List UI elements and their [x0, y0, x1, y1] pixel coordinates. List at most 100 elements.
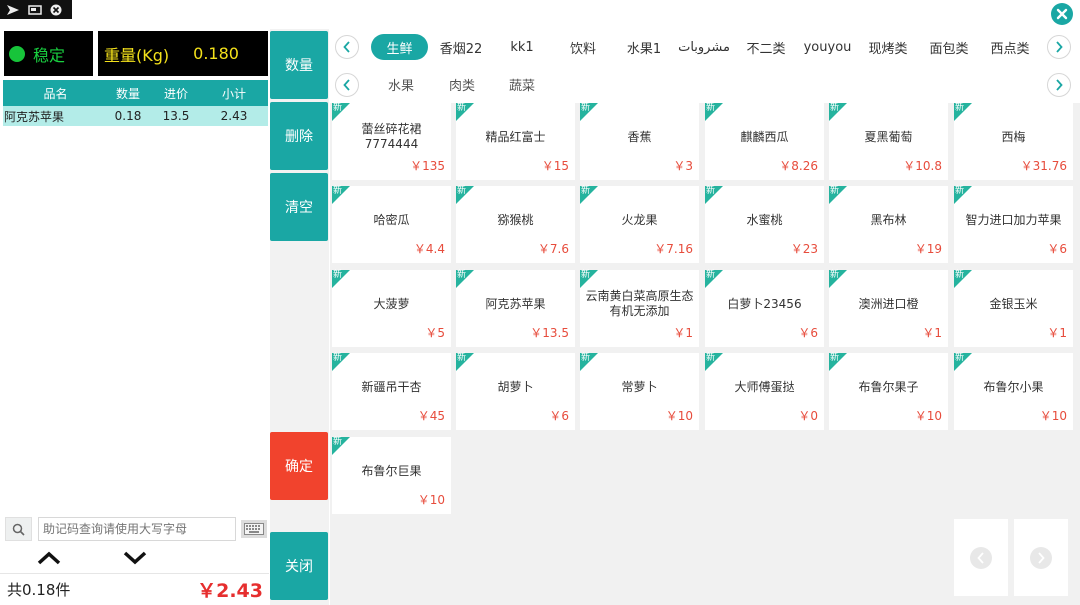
product-name: 麒麟西瓜	[740, 129, 789, 144]
product-card[interactable]: 新香蕉 ￥3	[580, 103, 699, 180]
product-price: ￥135	[410, 159, 445, 173]
tab-subcategory-vegetables[interactable]: 蔬菜	[502, 73, 542, 95]
scroll-down-button[interactable]	[122, 548, 148, 568]
product-name: 金银玉米	[989, 296, 1038, 311]
product-card[interactable]: 新布鲁尔巨果 ￥10	[332, 437, 451, 514]
tab-category-cigarettes[interactable]: 香烟22	[434, 34, 488, 60]
product-card[interactable]: 新水蜜桃 ￥23	[705, 186, 824, 263]
product-name: 火龙果	[621, 212, 658, 227]
scroll-up-button[interactable]	[36, 548, 62, 568]
weight-label: 重量(Kg)	[104, 45, 170, 65]
tab-category-youyou[interactable]: youyou	[800, 34, 855, 60]
chevron-down-icon	[123, 551, 147, 565]
product-card[interactable]: 新麒麟西瓜 ￥8.26	[705, 103, 824, 180]
new-badge-text: 新	[955, 353, 965, 363]
product-card[interactable]: 新蕾丝碎花裙7774444 ￥135	[332, 103, 451, 180]
product-price: ￥5	[425, 326, 445, 340]
product-card[interactable]: 新火龙果 ￥7.16	[580, 186, 699, 263]
new-badge-text: 新	[457, 353, 467, 363]
search-input[interactable]	[38, 517, 236, 541]
page-prev-button[interactable]	[954, 519, 1008, 596]
tab-category-buer[interactable]: 不二类	[740, 34, 792, 60]
product-price: ￥4.4	[413, 242, 445, 256]
product-card[interactable]: 新智力进口加力苹果 ￥6	[954, 186, 1073, 263]
close-small-icon[interactable]	[50, 4, 62, 16]
product-price: ￥1	[673, 326, 693, 340]
window-icon[interactable]	[28, 4, 42, 16]
product-price: ￥31.76	[1020, 159, 1067, 173]
product-price: ￥6	[549, 409, 569, 423]
product-name: 香蕉	[627, 129, 652, 144]
close-app-button[interactable]	[1051, 3, 1073, 25]
tab-category-baked[interactable]: 现烤类	[863, 34, 913, 60]
product-name: 黑布林	[870, 212, 907, 227]
product-card[interactable]: 新金银玉米 ￥1	[954, 270, 1073, 347]
cart-row[interactable]: 阿克苏苹果 0.18 13.5 2.43	[3, 106, 268, 126]
new-badge-text: 新	[706, 353, 716, 363]
tab-category-kk1[interactable]: kk1	[500, 34, 544, 60]
product-card[interactable]: 新阿克苏苹果 ￥13.5	[456, 270, 575, 347]
tab-category-fresh[interactable]: 生鲜	[371, 34, 428, 60]
product-card[interactable]: 新布鲁尔果子 ￥10	[829, 353, 948, 430]
tab-category-drinks[interactable]: 饮料	[560, 34, 606, 60]
clear-button[interactable]: 清空	[270, 173, 328, 241]
product-card[interactable]: 新云南黄白菜高原生态有机无添加 ￥1	[580, 270, 699, 347]
product-card[interactable]: 新大菠萝 ￥5	[332, 270, 451, 347]
product-card[interactable]: 新澳洲进口橙 ￥1	[829, 270, 948, 347]
product-card[interactable]: 新胡萝卜 ￥6	[456, 353, 575, 430]
new-badge-text: 新	[581, 186, 591, 196]
keyboard-button[interactable]	[241, 520, 267, 538]
product-card[interactable]: 新新疆吊干杏 ￥45	[332, 353, 451, 430]
product-price: ￥6	[1047, 242, 1067, 256]
product-card[interactable]: 新哈密瓜 ￥4.4	[332, 186, 451, 263]
product-price: ￥10	[1039, 409, 1067, 423]
category-next-button[interactable]	[1047, 35, 1071, 59]
confirm-button[interactable]: 确定	[270, 432, 328, 500]
product-name: 水蜜桃	[746, 212, 783, 227]
product-card[interactable]: 新布鲁尔小果 ￥10	[954, 353, 1073, 430]
close-button[interactable]: 关闭	[270, 532, 328, 600]
product-price: ￥1	[922, 326, 942, 340]
tab-subcategory-fruit[interactable]: 水果	[381, 73, 421, 95]
new-badge-text: 新	[955, 186, 965, 196]
product-card[interactable]: 新黑布林 ￥19	[829, 186, 948, 263]
product-card[interactable]: 新精品红富士 ￥15	[456, 103, 575, 180]
pin-icon[interactable]	[6, 4, 20, 16]
page-next-button[interactable]	[1014, 519, 1068, 596]
subcategory-tabs: 水果 肉类 蔬菜	[330, 65, 1080, 103]
category-prev-button[interactable]	[335, 35, 359, 59]
product-card[interactable]: 新常萝卜 ￥10	[580, 353, 699, 430]
new-badge-text: 新	[333, 270, 343, 280]
subcategory-next-button[interactable]	[1047, 73, 1071, 97]
product-card[interactable]: 新西梅 ￥31.76	[954, 103, 1073, 180]
tab-category-pastry[interactable]: 西点类	[985, 34, 1035, 60]
col-header-qty: 数量	[115, 86, 140, 101]
tab-category-fruit1[interactable]: 水果1	[620, 34, 668, 60]
tab-category-beverages-ar[interactable]: مشروبات	[678, 34, 730, 60]
search-icon	[12, 523, 25, 536]
product-card[interactable]: 新猕猴桃 ￥7.6	[456, 186, 575, 263]
product-card[interactable]: 新大师傅蛋挞 ￥0	[705, 353, 824, 430]
delete-button[interactable]: 删除	[270, 102, 328, 170]
new-badge-text: 新	[706, 103, 716, 113]
col-header-subtotal: 小计	[221, 86, 246, 101]
search-button[interactable]	[5, 517, 32, 541]
product-card[interactable]: 新白萝卜23456 ￥6	[705, 270, 824, 347]
new-badge-text: 新	[581, 353, 591, 363]
product-name: 胡萝卜	[497, 379, 534, 394]
cart-row-qty: 0.18	[114, 109, 142, 123]
window-titlebar	[0, 0, 72, 19]
new-badge-text: 新	[830, 186, 840, 196]
product-price: ￥7.16	[654, 242, 693, 256]
product-name: 大师傅蛋挞	[734, 379, 795, 394]
subcategory-prev-button[interactable]	[335, 73, 359, 97]
tab-subcategory-meat[interactable]: 肉类	[442, 73, 482, 95]
new-badge-text: 新	[333, 437, 343, 447]
new-badge-text: 新	[955, 270, 965, 280]
product-price: ￥13.5	[530, 326, 569, 340]
tab-category-bread[interactable]: 面包类	[924, 34, 974, 60]
total-amount: ￥2.43	[197, 580, 263, 602]
product-price: ￥15	[541, 159, 569, 173]
product-card[interactable]: 新夏黑葡萄 ￥10.8	[829, 103, 948, 180]
quantity-button[interactable]: 数量	[270, 31, 328, 99]
